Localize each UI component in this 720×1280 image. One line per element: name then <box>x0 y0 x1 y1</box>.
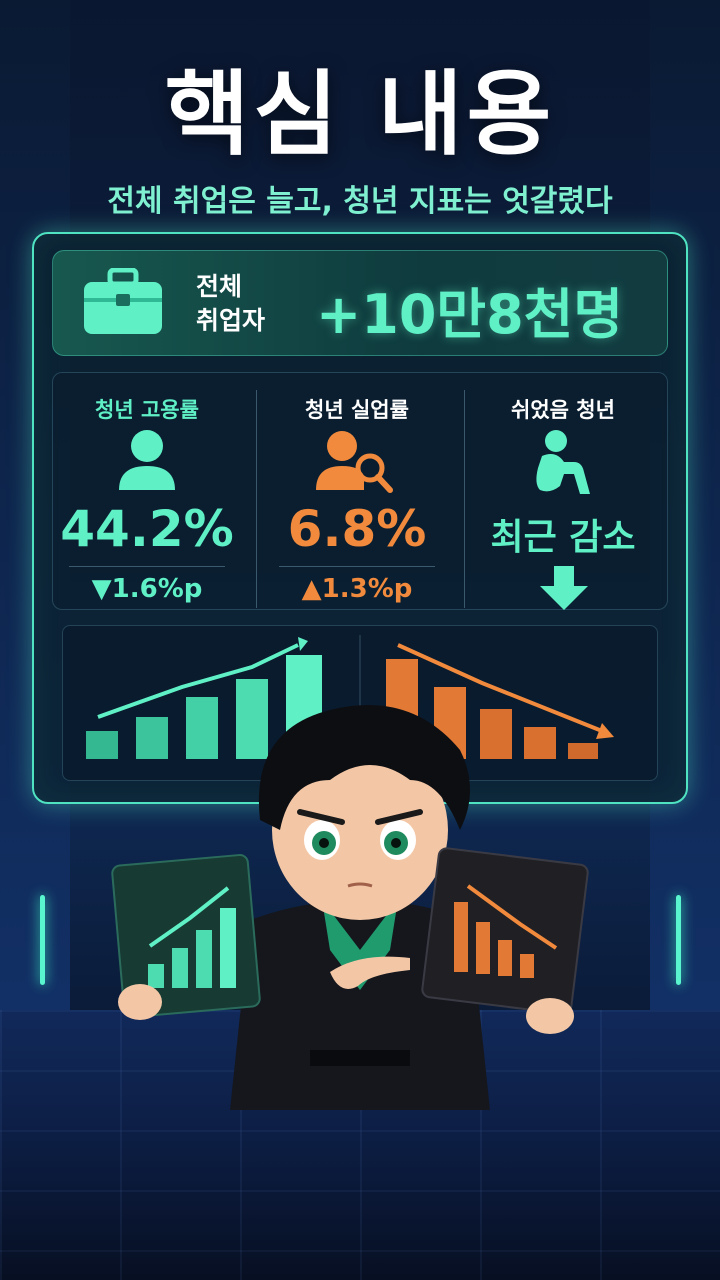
youth-employment-rate-change: ▼1.6%p <box>91 574 203 604</box>
resting-youth-label: 쉬었음 청년 <box>511 398 615 422</box>
right-neon-light <box>676 895 681 985</box>
youth-unemployment-rate-value: 6.8% <box>287 500 427 558</box>
stat-separator <box>279 566 435 567</box>
total-label-line2: 취업자 <box>196 306 266 335</box>
page-subtitle: 전체 취업은 늘고, 청년 지표는 엇갈렸다 <box>107 184 613 219</box>
resting-youth-value: 최근 감소 <box>490 517 636 558</box>
total-employment-label: 전체 취업자 <box>196 270 296 338</box>
character-illustration <box>111 705 589 1110</box>
total-employment-value: +10만8천명 <box>316 283 624 346</box>
belt <box>310 1050 410 1066</box>
page-title: 핵심 내용 <box>164 61 556 168</box>
stats-divider <box>464 390 465 608</box>
youth-unemployment-rate-change: ▲1.3%p <box>301 574 413 604</box>
stat-separator <box>69 566 225 567</box>
stats-divider <box>256 390 257 608</box>
briefcase-icon <box>84 268 162 334</box>
person-icon <box>119 430 175 490</box>
down-arrow-icon <box>540 566 588 610</box>
left-sign <box>111 854 261 1020</box>
youth-employment-rate-value: 44.2% <box>60 500 234 558</box>
person-search-icon <box>316 431 393 493</box>
left-neon-light <box>40 895 45 985</box>
arrowhead <box>298 637 308 651</box>
sitting-person-icon <box>536 430 590 494</box>
total-label-line1: 전체 <box>196 272 243 301</box>
youth-employment-rate-label: 청년 고용률 <box>95 398 199 422</box>
youth-unemployment-rate-label: 청년 실업률 <box>305 398 409 422</box>
